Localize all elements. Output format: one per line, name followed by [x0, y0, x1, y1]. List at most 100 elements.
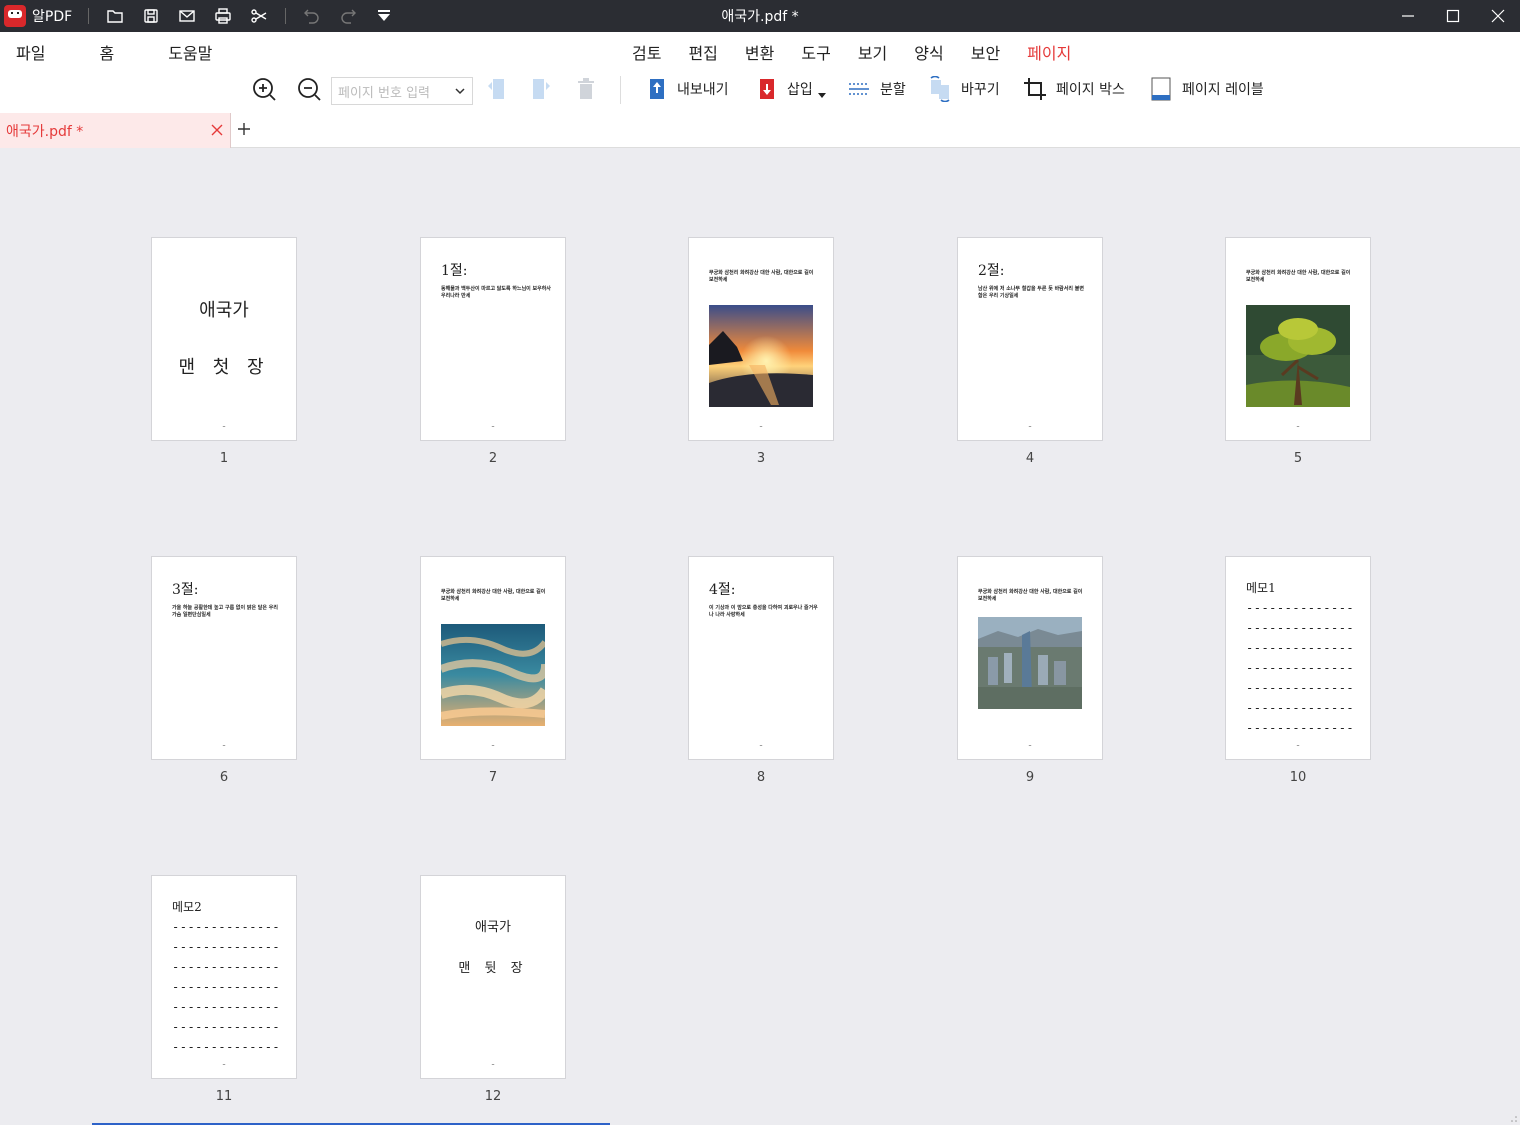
memo-line: --------------: [1246, 621, 1352, 635]
document-tab[interactable]: 애국가.pdf *: [0, 113, 231, 148]
memo-line: --------------: [1246, 641, 1352, 655]
menu-form[interactable]: 양식: [914, 40, 943, 64]
replace-button[interactable]: 바꾸기: [927, 76, 1000, 102]
sunset-beach-image: [709, 305, 813, 407]
memo-line: --------------: [1246, 661, 1352, 675]
divider: [88, 8, 90, 24]
menu-security[interactable]: 보안: [971, 40, 1000, 64]
document-tab-title: 애국가.pdf *: [6, 123, 84, 140]
page-text: 애국가: [199, 300, 249, 321]
memo-line: --------------: [172, 940, 278, 954]
menu-home[interactable]: 홈: [99, 40, 114, 64]
undo-icon[interactable]: [294, 0, 330, 32]
page-number-placeholder: 페이지 번호 입력: [338, 85, 430, 101]
page-text: 무궁화 삼천리 화려강산 대한 사람, 대한으로 길이 보전하세: [441, 589, 546, 602]
page-label-label: 페이지 레이블: [1182, 82, 1264, 98]
menu-edit[interactable]: 편집: [688, 40, 717, 64]
page-thumbnail-grid: 애국가 맨 첫 장 – 1 1절: 동해물과 백두산이 마르고 닳도록 하느님이…: [0, 149, 1520, 1125]
insert-button[interactable]: 삽입: [753, 76, 827, 102]
page-footer: –: [1028, 423, 1032, 430]
scissors-icon[interactable]: [241, 0, 277, 32]
menu-file[interactable]: 파일: [16, 40, 45, 64]
replace-label: 바꾸기: [961, 82, 1000, 98]
rotate-right-button[interactable]: [528, 76, 554, 102]
menu-tools[interactable]: 도구: [801, 40, 830, 64]
page-number-label: 1: [219, 451, 229, 466]
page-number-label: 7: [488, 770, 498, 785]
page-thumbnail-9[interactable]: 무궁화 삼천리 화려강산 대한 사람, 대한으로 길이 보전하세 –: [957, 556, 1103, 760]
rotate-left-button[interactable]: [484, 76, 510, 102]
app-logo-icon[interactable]: [4, 5, 26, 27]
minimize-button[interactable]: [1385, 0, 1430, 32]
page-footer: –: [759, 423, 763, 430]
page-footer: –: [222, 1061, 226, 1068]
page-thumbnail-2[interactable]: 1절: 동해물과 백두산이 마르고 닳도록 하느님이 보우하사 우리나라 만세 …: [420, 237, 566, 441]
resize-grip-icon[interactable]: [1510, 1115, 1518, 1123]
export-button[interactable]: 내보내기: [643, 76, 729, 102]
page-number-label: 5: [1293, 451, 1303, 466]
insert-icon: [760, 79, 774, 99]
page-thumbnail-8[interactable]: 4절: 이 기상과 이 맘으로 충성을 다하여 괴로우나 즐거우나 나라 사랑하…: [688, 556, 834, 760]
redo-icon[interactable]: [330, 0, 366, 32]
page-number-label: 11: [215, 1089, 233, 1104]
page-footer: –: [759, 742, 763, 749]
zoom-out-button[interactable]: [296, 76, 322, 102]
page-thumbnail-3[interactable]: 무궁화 삼천리 화려강산 대한 사람, 대한으로 길이 보전하세 –: [688, 237, 834, 441]
split-icon: [849, 83, 869, 95]
page-footer: –: [222, 742, 226, 749]
page-label-button[interactable]: 페이지 레이블: [1148, 76, 1264, 102]
page-number-label: 3: [756, 451, 766, 466]
page-box-button[interactable]: 페이지 박스: [1022, 76, 1125, 102]
page-heading: 4절:: [709, 582, 736, 598]
crop-icon: [1024, 78, 1046, 100]
close-icon[interactable]: [210, 123, 224, 137]
page-box-label: 페이지 박스: [1056, 82, 1125, 98]
delete-page-button[interactable]: [573, 76, 599, 102]
menu-review[interactable]: 검토: [632, 40, 661, 64]
page-thumbnail-6[interactable]: 3절: 가을 하늘 공활한데 높고 구름 없이 밝은 달은 우리 가슴 일편단심…: [151, 556, 297, 760]
customize-dropdown-icon[interactable]: [366, 0, 402, 32]
rotate-right-icon: [533, 79, 550, 99]
mail-icon[interactable]: [169, 0, 205, 32]
page-number-input[interactable]: 페이지 번호 입력: [331, 77, 473, 105]
page-thumbnail-10[interactable]: 메모1 -------------- -------------- ------…: [1225, 556, 1371, 760]
page-thumbnail-4[interactable]: 2절: 남산 위에 저 소나무 철갑을 두른 듯 바람서리 불변함은 우리 기상…: [957, 237, 1103, 441]
page-toolbar: 내보내기 삽입 분할 바꾸기 페이지 박스 페이지 레이블: [0, 67, 1520, 113]
page-heading: 3절:: [172, 582, 199, 598]
divider: [285, 8, 287, 24]
memo-line: --------------: [172, 1040, 278, 1054]
maximize-button[interactable]: [1430, 0, 1475, 32]
page-thumbnail-1[interactable]: 애국가 맨 첫 장 –: [151, 237, 297, 441]
zoom-in-button[interactable]: [251, 76, 277, 102]
page-text: 무궁화 삼천리 화려강산 대한 사람, 대한으로 길이 보전하세: [1246, 270, 1351, 283]
memo-line: --------------: [172, 980, 278, 994]
page-thumbnail-11[interactable]: 메모2 -------------- -------------- ------…: [151, 875, 297, 1079]
save-icon[interactable]: [133, 0, 169, 32]
open-folder-icon[interactable]: [97, 0, 133, 32]
zoom-in-icon: [253, 78, 276, 101]
page-thumbnail-5[interactable]: 무궁화 삼천리 화려강산 대한 사람, 대한으로 길이 보전하세 –: [1225, 237, 1371, 441]
menu-page[interactable]: 페이지: [1023, 40, 1076, 72]
menu-help[interactable]: 도움말: [168, 40, 212, 64]
menu-convert[interactable]: 변환: [745, 40, 774, 64]
menu-view[interactable]: 보기: [858, 40, 887, 64]
page-footer: –: [1296, 742, 1300, 749]
close-button[interactable]: [1475, 0, 1520, 32]
chevron-down-icon[interactable]: [454, 85, 466, 97]
page-footer: –: [491, 1061, 495, 1068]
page-thumbnail-12[interactable]: 애국가 맨 뒷 장 –: [420, 875, 566, 1079]
memo-line: --------------: [172, 1020, 278, 1034]
page-thumbnail-7[interactable]: 무궁화 삼천리 화려강산 대한 사람, 대한으로 길이 보전하세 –: [420, 556, 566, 760]
page-heading: 2절:: [978, 263, 1005, 279]
print-icon[interactable]: [205, 0, 241, 32]
clouds-image: [441, 624, 545, 726]
page-footer: –: [1296, 423, 1300, 430]
chevron-down-icon[interactable]: [817, 90, 827, 100]
divider: [620, 76, 621, 104]
split-button[interactable]: 분할: [846, 76, 906, 102]
page-footer: –: [222, 423, 226, 430]
page-footer: –: [491, 742, 495, 749]
page-text: 맨 뒷 장: [458, 961, 528, 976]
add-tab-icon[interactable]: [236, 121, 252, 137]
memo-line: --------------: [1246, 601, 1352, 615]
